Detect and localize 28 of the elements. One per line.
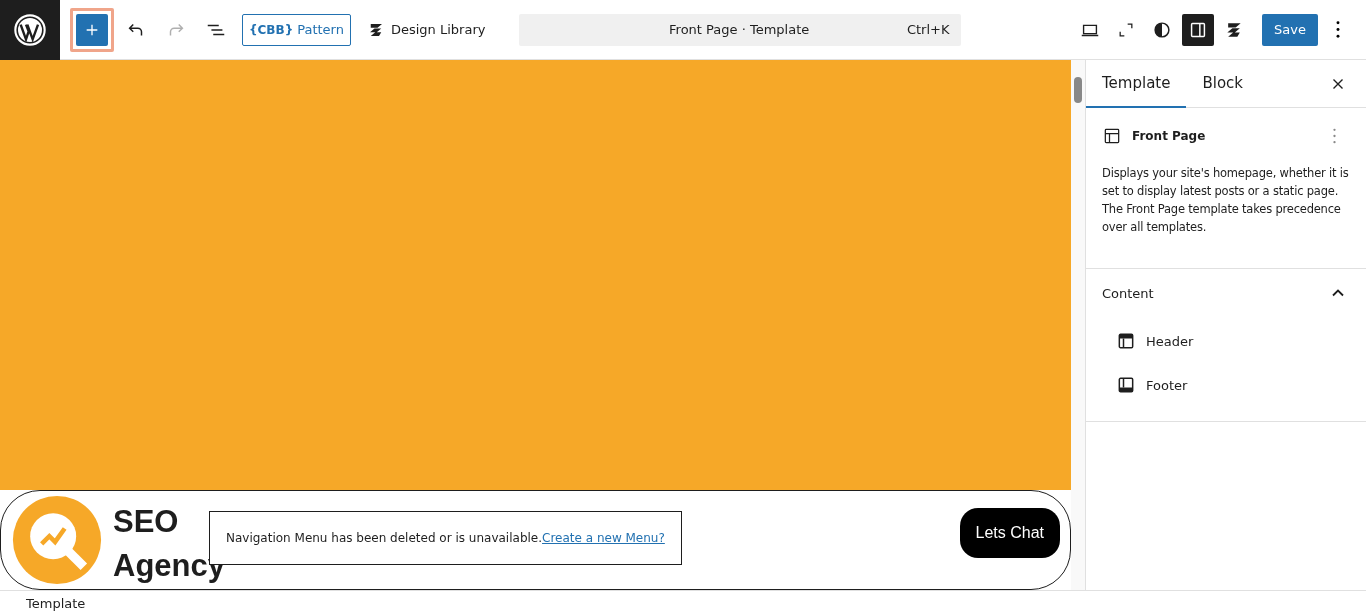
- template-part-item[interactable]: Footer: [1102, 365, 1350, 405]
- save-button[interactable]: Save: [1262, 13, 1318, 46]
- notice-text: Navigation Menu has been deleted or is unavailable.: [226, 531, 543, 545]
- template-part-item[interactable]: Header: [1102, 321, 1350, 361]
- command-bar[interactable]: Front Page · Template Ctrl+K: [519, 13, 962, 46]
- content-panel-toggle[interactable]: Content: [1102, 277, 1350, 309]
- magnifier-chart-icon: [11, 494, 103, 586]
- design-library-button[interactable]: Design Library: [360, 19, 492, 40]
- add-block-button[interactable]: [76, 13, 108, 46]
- more-vertical-icon: [1336, 21, 1340, 38]
- sidebar-tab[interactable]: Template: [1086, 59, 1187, 108]
- template-description: Displays your site's homepage, whether it is set to display latest posts or a static page. The Front Page template takes precedence over all templates.: [1102, 165, 1350, 236]
- chevron-up-icon: [1332, 289, 1344, 297]
- logo-icon: [14, 13, 46, 46]
- breadcrumb-link[interactable]: Template: [26, 595, 86, 611]
- wordpress-logo[interactable]: [0, 0, 60, 60]
- lets-chat-button[interactable]: Lets Chat: [959, 508, 1060, 558]
- site-title: SEO Agency: [113, 503, 225, 585]
- sidebar-tab[interactable]: Block: [1186, 59, 1260, 108]
- more-vertical-icon: [1332, 128, 1336, 144]
- footer-layout-icon: [1116, 375, 1136, 395]
- template-title: Front Page: [1132, 129, 1206, 143]
- settings-button[interactable]: [1182, 13, 1215, 46]
- layout-icon: [1102, 126, 1122, 146]
- create-menu-link[interactable]: Create a new Menu?: [542, 531, 665, 545]
- scrollbar[interactable]: [1071, 60, 1086, 590]
- pattern-button[interactable]: {CBB} Pattern: [242, 13, 351, 46]
- header-layout-icon: [1116, 331, 1136, 351]
